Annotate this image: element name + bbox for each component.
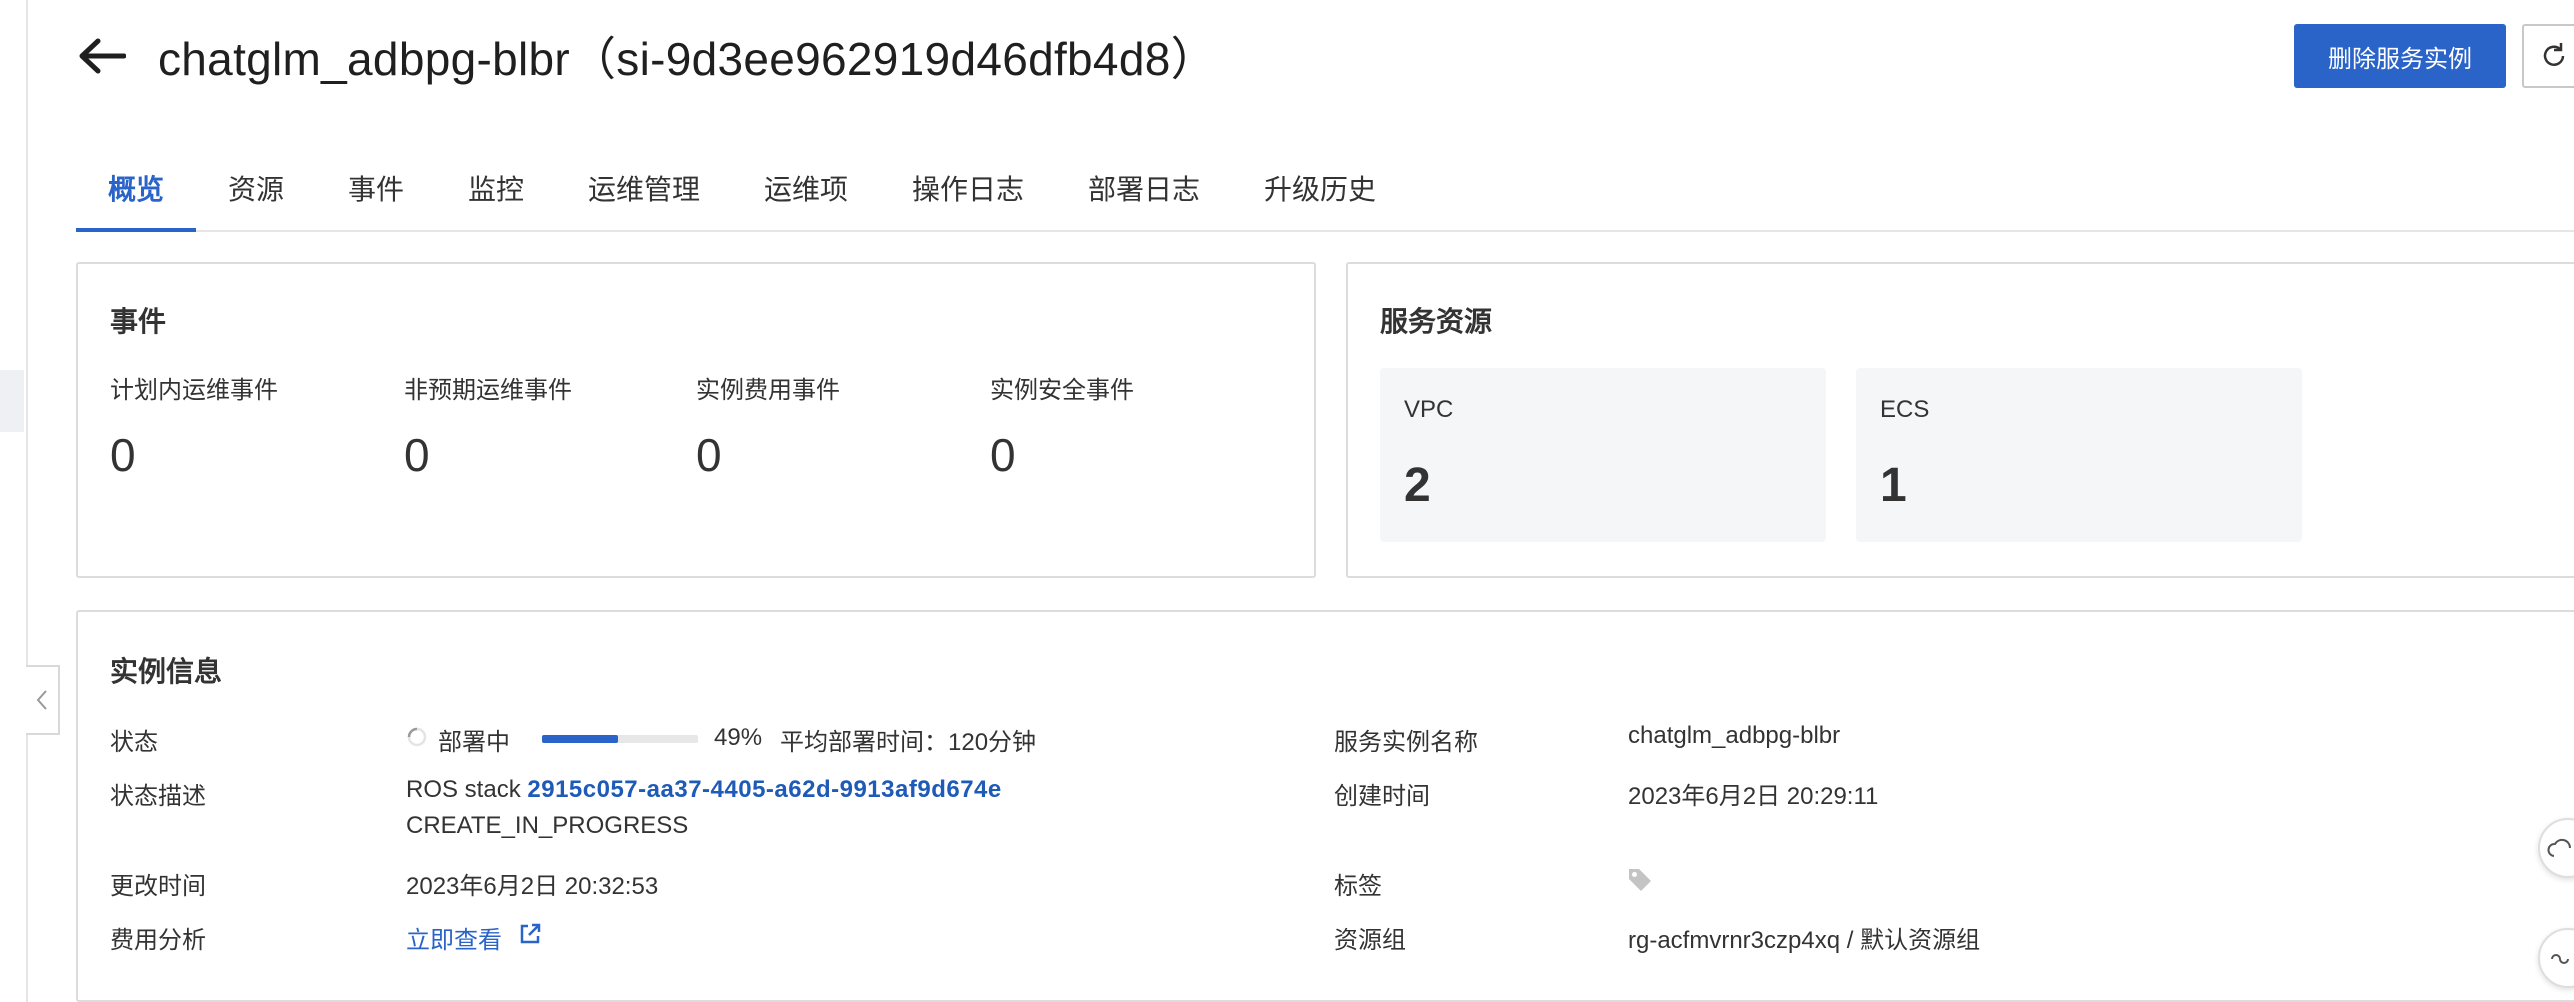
- tags-label: 标签: [1334, 873, 1382, 900]
- resource-vpc-count: 2: [1404, 459, 1431, 512]
- resource-ecs-box[interactable]: ECS 1: [1856, 368, 2302, 542]
- resource-vpc-box[interactable]: VPC 2: [1380, 368, 1826, 542]
- modified-time-value: 2023年6月2日 20:32:53: [406, 873, 659, 900]
- chevron-left-icon: [36, 690, 47, 710]
- deploy-progress-bar: [542, 735, 698, 743]
- cost-events-label: 实例费用事件: [696, 377, 840, 404]
- back-button[interactable]: [76, 30, 128, 82]
- page-title: chatglm_adbpg-blbr（si-9d3ee962919d46dfb4…: [158, 33, 1217, 85]
- status-description-line: ROS stack 2915c057-aa37-4405-a62d-9913af…: [406, 776, 1002, 804]
- left-nav-rail: [0, 0, 28, 1002]
- tab-monitoring[interactable]: 监控: [468, 150, 524, 230]
- resource-ecs-count: 1: [1880, 459, 1907, 512]
- instance-name-value: chatglm_adbpg-blbr: [1628, 722, 1841, 749]
- tag-icon[interactable]: [1626, 866, 1654, 894]
- ros-stack-id-link[interactable]: 2915c057-aa37-4405-a62d-9913af9d674e: [527, 776, 1001, 803]
- tab-bar: 概览 资源 事件 监控 运维管理 运维项 操作日志 部署日志 升级历史: [76, 150, 2574, 232]
- refresh-icon: [2543, 43, 2565, 66]
- ros-stack-prefix: ROS stack: [406, 776, 521, 803]
- tab-resources[interactable]: 资源: [228, 150, 284, 230]
- deploy-progress-percent: 49%: [714, 724, 763, 751]
- cost-analysis-link[interactable]: 立即查看: [406, 920, 502, 955]
- sidebar-collapse-button[interactable]: [26, 665, 60, 735]
- tab-ops-management[interactable]: 运维管理: [588, 150, 700, 230]
- service-resources-title: 服务资源: [1380, 306, 1493, 337]
- arrow-left-icon: [79, 38, 126, 74]
- tab-ops-items[interactable]: 运维项: [764, 150, 848, 230]
- security-events-label: 实例安全事件: [990, 377, 1134, 404]
- created-time-label: 创建时间: [1334, 783, 1430, 810]
- resource-group-label: 资源组: [1334, 927, 1406, 954]
- tab-overview[interactable]: 概览: [76, 150, 196, 232]
- resource-ecs-label: ECS: [1880, 396, 1930, 423]
- status-label: 状态: [110, 729, 158, 756]
- instance-name-label: 服务实例名称: [1334, 729, 1478, 756]
- link-icon: [2551, 954, 2569, 964]
- tab-upgrade-history[interactable]: 升级历史: [1264, 150, 1376, 230]
- left-nav-selected-item[interactable]: [0, 370, 24, 432]
- resource-group-value: rg-acfmvrnr3czp4xq / 默认资源组: [1628, 927, 1981, 954]
- avg-deploy-time: 平均部署时间：120分钟: [780, 729, 1037, 756]
- tab-deploy-logs[interactable]: 部署日志: [1088, 150, 1200, 230]
- status-description-label: 状态描述: [110, 783, 206, 810]
- planned-ops-events-label: 计划内运维事件: [110, 377, 278, 404]
- deploy-progress-fill: [542, 735, 619, 743]
- events-card-title: 事件: [110, 306, 167, 337]
- created-time-value: 2023年6月2日 20:29:11: [1628, 783, 1879, 810]
- cost-events-value[interactable]: 0: [696, 428, 722, 482]
- delete-instance-button[interactable]: 删除服务实例: [2294, 24, 2506, 88]
- refresh-button[interactable]: [2522, 24, 2574, 88]
- loading-spinner-icon: [407, 727, 427, 747]
- unplanned-ops-events-value[interactable]: 0: [404, 428, 430, 482]
- tab-operation-logs[interactable]: 操作日志: [912, 150, 1024, 230]
- tab-events[interactable]: 事件: [348, 150, 404, 230]
- stack-state: CREATE_IN_PROGRESS: [406, 812, 689, 839]
- cloud-icon: [2547, 838, 2572, 857]
- events-card: [76, 262, 1316, 578]
- cost-analysis-label: 费用分析: [110, 927, 206, 954]
- modified-time-label: 更改时间: [110, 873, 206, 900]
- security-events-value[interactable]: 0: [990, 428, 1016, 482]
- external-link-icon[interactable]: [518, 922, 542, 946]
- status-value: 部署中: [438, 729, 510, 756]
- instance-info-title: 实例信息: [110, 656, 223, 687]
- planned-ops-events-value[interactable]: 0: [110, 428, 136, 482]
- unplanned-ops-events-label: 非预期运维事件: [404, 377, 572, 404]
- page-header: chatglm_adbpg-blbr（si-9d3ee962919d46dfb4…: [76, 24, 1217, 88]
- resource-vpc-label: VPC: [1404, 396, 1454, 423]
